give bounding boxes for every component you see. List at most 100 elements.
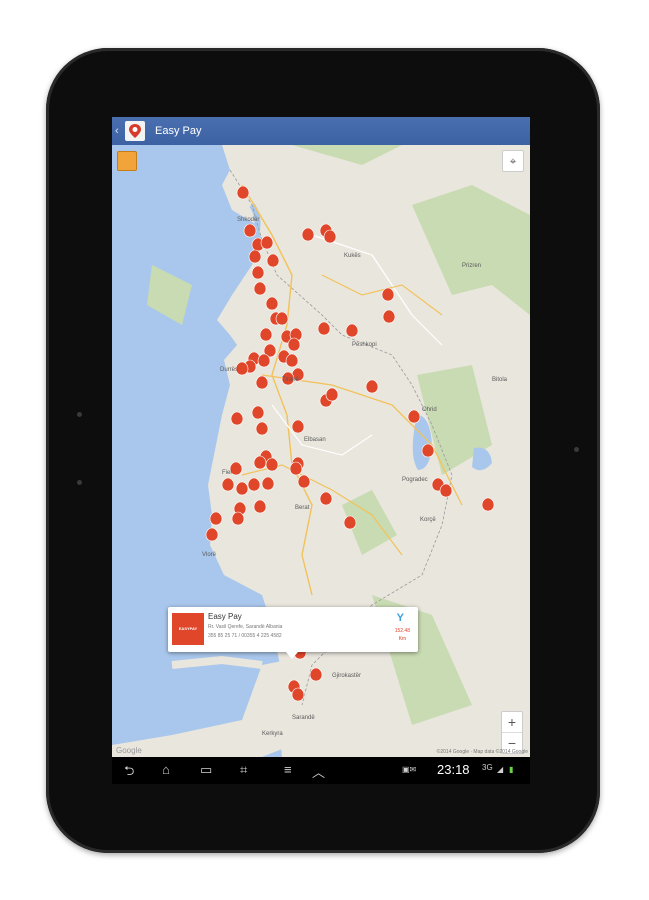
map-pin-icon[interactable] xyxy=(319,491,333,506)
map-pin-icon[interactable] xyxy=(243,223,257,238)
map-label: Pogradec xyxy=(402,477,428,483)
map-pin-icon[interactable] xyxy=(253,499,267,514)
map-label: Peshkopi xyxy=(352,342,377,348)
map-label: Tiranë xyxy=(282,377,299,383)
recents-icon[interactable]: ▭ xyxy=(200,762,212,778)
map-label: Korçë xyxy=(420,517,436,523)
map-label: Shkodër xyxy=(237,217,260,223)
map-pin-icon[interactable] xyxy=(266,253,280,268)
map-pin-icon[interactable] xyxy=(257,353,271,368)
chevron-up-icon[interactable]: ︿ xyxy=(312,762,325,781)
menu-icon[interactable]: ≡ xyxy=(284,762,292,777)
map-pin-icon[interactable] xyxy=(407,409,421,424)
map-pin-icon[interactable] xyxy=(285,353,299,368)
up-caret-icon[interactable]: ‹ xyxy=(115,125,123,137)
screenshot-icon[interactable]: ⌗ xyxy=(240,762,247,778)
map-pin-icon[interactable] xyxy=(365,379,379,394)
map-pin-icon[interactable] xyxy=(247,477,261,492)
map-pin-icon[interactable] xyxy=(291,687,305,702)
map-canvas xyxy=(112,145,530,757)
map-pin-icon[interactable] xyxy=(259,327,273,342)
map-pin-icon[interactable] xyxy=(345,323,359,338)
map-label: Sarandë xyxy=(292,715,315,721)
map-label: Gjirokastër xyxy=(332,673,362,679)
clock: 23:18 xyxy=(437,762,470,777)
island-corfu xyxy=(171,655,263,669)
distance-unit: Km xyxy=(398,636,407,642)
map-pin-icon[interactable] xyxy=(481,497,495,512)
battery-icon: ▮ xyxy=(509,765,514,774)
map-pin-icon[interactable] xyxy=(261,476,275,491)
home-icon[interactable]: ⌂ xyxy=(162,762,170,777)
map-copyright: ©2014 Google · Map data ©2014 Google xyxy=(436,749,528,755)
map-pin-icon[interactable] xyxy=(236,185,250,200)
map-label: Kerkyra xyxy=(262,731,283,737)
map-label: Bitola xyxy=(492,377,508,383)
my-location-button[interactable]: ⌖ xyxy=(502,150,524,172)
map-label: Berat xyxy=(295,505,310,511)
info-window[interactable]: EASYPAY Easy Pay Rr. Vasil Qerefe, Saran… xyxy=(168,607,418,659)
map-pin-icon[interactable] xyxy=(260,235,274,250)
map-pin-icon[interactable] xyxy=(231,511,245,526)
map-pin-icon[interactable] xyxy=(289,461,303,476)
map-pin-icon[interactable] xyxy=(251,405,265,420)
map-pin-icon[interactable] xyxy=(343,515,357,530)
map-pin-icon[interactable] xyxy=(253,455,267,470)
store-phone: 355 85 25 71 / 00355 4 225 4582 xyxy=(208,633,282,639)
map-label: Durrës xyxy=(220,367,239,373)
map-label: Kukës xyxy=(344,253,361,259)
map-pin-icon[interactable] xyxy=(221,477,235,492)
distance: 152.48 Km xyxy=(395,627,410,643)
map-label: Ohrid xyxy=(422,407,437,413)
directions-icon[interactable]: Y xyxy=(397,612,404,624)
map-label: Elbasan xyxy=(304,437,326,443)
action-bar: ‹ Easy Pay xyxy=(112,117,530,145)
map-pin-icon[interactable] xyxy=(251,265,265,280)
store-name: Easy Pay xyxy=(208,612,242,621)
map-pin-icon[interactable] xyxy=(248,249,262,264)
store-address: Rr. Vasil Qerefe, Sarandë Albania xyxy=(208,624,283,630)
signal-icon: ◢ xyxy=(497,765,504,774)
zoom-in-button[interactable]: + xyxy=(502,712,522,732)
tablet-sensor xyxy=(77,412,82,417)
map-pin-icon[interactable] xyxy=(291,419,305,434)
map-pin-icon[interactable] xyxy=(230,411,244,426)
notification-icon[interactable]: ▣✉ xyxy=(402,765,416,774)
map-pin-icon[interactable] xyxy=(317,321,331,336)
map-pin-icon[interactable] xyxy=(255,375,269,390)
map-pin-icon[interactable] xyxy=(421,443,435,458)
map-pin-icon[interactable] xyxy=(297,474,311,489)
map-pin-icon[interactable] xyxy=(265,457,279,472)
map-pin-icon[interactable] xyxy=(382,309,396,324)
map-pin-icon[interactable] xyxy=(301,227,315,242)
map-pin-icon[interactable] xyxy=(253,281,267,296)
google-logo: Google xyxy=(116,746,142,755)
map-view[interactable]: ⌖ Shkodër Kukës Peshkopi Durrës Tiranë E… xyxy=(112,145,530,757)
map-pin-icon[interactable] xyxy=(275,311,289,326)
app-title: Easy Pay xyxy=(155,125,202,137)
map-label: Fier xyxy=(222,470,233,476)
store-logo: EASYPAY xyxy=(172,613,204,645)
distance-value: 152.48 xyxy=(394,628,410,634)
system-nav-bar: ⮌ ⌂ ▭ ⌗ ≡ ︿ ▣✉ 23:18 3G ◢ ▮ xyxy=(112,757,530,784)
network-type: 3G xyxy=(482,763,493,772)
map-pin-icon[interactable] xyxy=(255,421,269,436)
map-label: Vlorë xyxy=(202,552,217,558)
map-pin-icon[interactable] xyxy=(205,527,219,542)
map-pin-icon[interactable] xyxy=(325,387,339,402)
zoom-controls: + − xyxy=(501,711,523,754)
map-pin-icon[interactable] xyxy=(309,667,323,682)
app-logo-icon[interactable] xyxy=(125,121,145,141)
map-pin-icon[interactable] xyxy=(381,287,395,302)
map-pin-icon[interactable] xyxy=(439,483,453,498)
map-pin-icon[interactable] xyxy=(265,296,279,311)
map-pin-icon[interactable] xyxy=(287,337,301,352)
tablet-sensor xyxy=(77,480,82,485)
tablet-camera xyxy=(574,447,579,452)
map-pin-icon[interactable] xyxy=(209,511,223,526)
map-label: Prizren xyxy=(462,263,482,269)
layers-button[interactable] xyxy=(117,151,137,171)
back-icon[interactable]: ⮌ xyxy=(124,762,134,784)
map-pin-icon[interactable] xyxy=(323,229,337,244)
map-pin-icon[interactable] xyxy=(235,481,249,496)
